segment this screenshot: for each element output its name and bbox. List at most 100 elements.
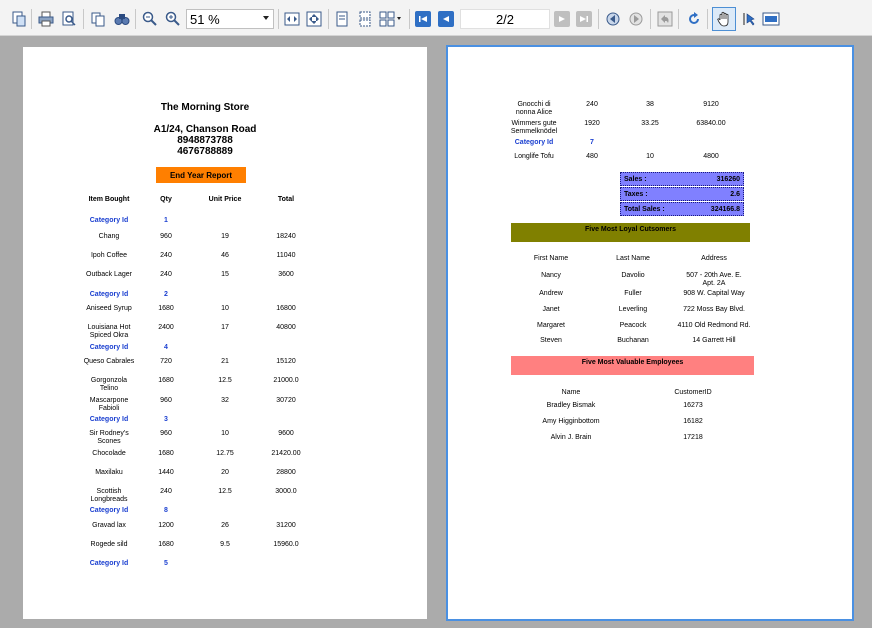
open-report-icon[interactable] [9, 9, 29, 29]
refresh-icon[interactable] [684, 9, 704, 29]
customer-first-name: Janet [542, 306, 560, 313]
forward-history-icon[interactable] [626, 9, 646, 29]
report-page-2: Gnocchi di nonna Alice 240 38 9120 Wimmers g… [446, 45, 854, 621]
item-total: 9120 [703, 101, 719, 108]
zoom-in-icon[interactable] [163, 9, 183, 29]
employee-name: Bradley Bismak [546, 402, 596, 409]
single-page-icon[interactable] [332, 9, 352, 29]
column-header-total: Total [277, 196, 295, 203]
fit-width-icon[interactable] [282, 9, 302, 29]
summary-value: 316260 [716, 175, 740, 183]
category-id: 4 [164, 344, 168, 351]
item-total: 31200 [276, 522, 296, 529]
column-header-item: Item Bought [88, 196, 130, 203]
summary-total-row: Total Sales : 324166.8 [620, 202, 744, 216]
export-icon[interactable] [761, 9, 781, 29]
page-indicator: 2/2 [495, 12, 515, 27]
back-history-icon[interactable] [603, 9, 623, 29]
find-icon[interactable] [112, 9, 132, 29]
store-name: The Morning Store [160, 102, 250, 113]
zoom-select[interactable]: 51 % [186, 9, 274, 29]
page-number-input[interactable]: 2/2 [460, 9, 550, 29]
item-total: 21420.00 [271, 450, 301, 457]
item-total: 15120 [276, 358, 296, 365]
report-title-banner: End Year Report [156, 167, 246, 183]
item-name: Scottish Longbreads [90, 488, 128, 503]
print-icon[interactable] [36, 9, 56, 29]
item-unit-price: 21 [221, 358, 229, 365]
store-address: A1/24, Chanson Road [153, 124, 257, 135]
item-total: 40800 [276, 324, 296, 331]
fit-page-icon[interactable] [304, 9, 324, 29]
category-label: Category Id [514, 139, 554, 146]
item-qty: 960 [160, 397, 172, 404]
category-label: Category Id [89, 344, 129, 351]
item-name: Louisiana Hot Spiced Okra [87, 324, 131, 339]
category-label: Category Id [89, 507, 129, 514]
customer-header-first: First Name [533, 255, 569, 262]
item-total: 30720 [276, 397, 296, 404]
customer-last-name: Fuller [624, 290, 642, 297]
item-qty: 1680 [158, 450, 174, 457]
item-qty: 2400 [158, 324, 174, 331]
item-qty: 1680 [158, 305, 174, 312]
item-qty: 1200 [158, 522, 174, 529]
item-total: 63840.00 [696, 120, 726, 127]
column-header-qty: Qty [160, 196, 172, 203]
hand-tool-icon[interactable] [712, 7, 736, 31]
category-id: 2 [164, 291, 168, 298]
summary-label: Sales : [624, 175, 647, 183]
summary-sales-row: Sales : 316260 [620, 172, 744, 186]
customer-last-name: Buchanan [617, 337, 649, 344]
first-page-icon[interactable] [415, 11, 431, 27]
item-qty: 720 [160, 358, 172, 365]
item-unit-price: 9.5 [220, 541, 230, 548]
zoom-value: 51 % [190, 12, 220, 27]
zoom-out-icon[interactable] [140, 9, 160, 29]
loyal-customers-banner: Five Most Loyal Cutsomers [511, 223, 750, 242]
item-unit-price: 38 [646, 101, 654, 108]
report-title: End Year Report [169, 170, 233, 180]
item-qty: 1680 [158, 377, 174, 384]
summary-label: Taxes : [624, 190, 648, 198]
customer-address: 507 - 20th Ave. E. Apt. 2A [686, 272, 742, 287]
print-preview-icon[interactable] [59, 9, 79, 29]
previous-page-icon[interactable] [438, 11, 454, 27]
valuable-employees-banner: Five Most Valuable Employees [511, 356, 754, 375]
item-name: Maxilaku [95, 469, 123, 476]
select-tool-icon[interactable] [739, 9, 759, 29]
category-label: Category Id [89, 217, 129, 224]
item-unit-price: 33.25 [641, 120, 659, 127]
parent-report-icon[interactable] [655, 9, 675, 29]
item-qty: 960 [160, 430, 172, 437]
item-qty: 240 [586, 101, 598, 108]
item-total: 15960.0 [273, 541, 299, 548]
customer-last-name: Leverling [618, 306, 648, 313]
item-name: Wimmers gute Semmelknödel [510, 120, 558, 135]
item-total: 18240 [276, 233, 296, 240]
summary-value: 2.6 [730, 190, 740, 198]
valuable-employees-title: Five Most Valuable Employees [581, 359, 684, 366]
item-unit-price: 46 [221, 252, 229, 259]
employee-customer-id: 16273 [683, 402, 703, 409]
item-name: Longlife Tofu [514, 153, 554, 160]
item-name: Gravad lax [92, 522, 126, 529]
last-page-icon[interactable] [576, 11, 592, 27]
item-total: 11040 [276, 252, 296, 259]
item-unit-price: 15 [221, 271, 229, 278]
continuous-page-icon[interactable] [355, 9, 375, 29]
item-name: Chang [98, 233, 120, 240]
item-unit-price: 10 [221, 305, 229, 312]
customer-address: 908 W. Capital Way [683, 290, 745, 297]
item-name: Queso Cabrales [83, 358, 135, 365]
copy-icon[interactable] [88, 9, 108, 29]
multi-page-icon[interactable] [378, 9, 404, 29]
item-unit-price: 12.75 [216, 450, 234, 457]
customer-address: 4110 Old Redmond Rd. [677, 322, 751, 329]
category-id: 5 [164, 560, 168, 567]
item-name: Mascarpone Fabioli [89, 397, 129, 412]
report-page-1: The Morning Store A1/24, Chanson Road 89… [23, 47, 427, 619]
loyal-customers-title: Five Most Loyal Cutsomers [584, 226, 677, 233]
next-page-icon[interactable] [554, 11, 570, 27]
item-qty: 240 [160, 271, 172, 278]
